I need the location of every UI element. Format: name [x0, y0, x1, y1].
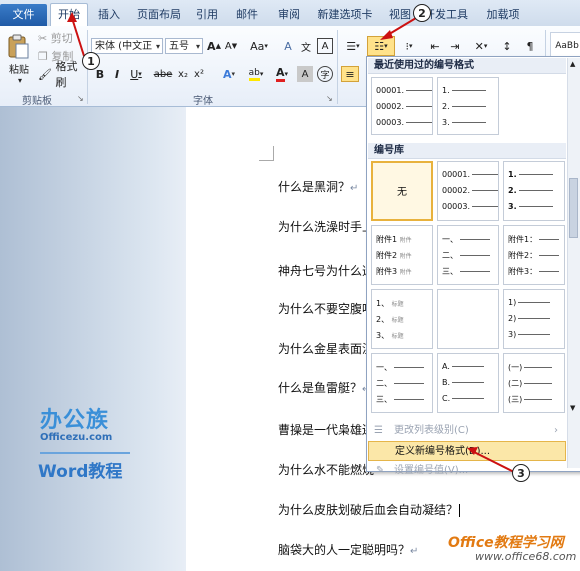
callout-step-3: 3: [512, 464, 530, 482]
callout-step-2: 2: [413, 4, 431, 22]
callout-step-1: 1: [82, 52, 100, 70]
callout-arrows: [67, 12, 515, 473]
